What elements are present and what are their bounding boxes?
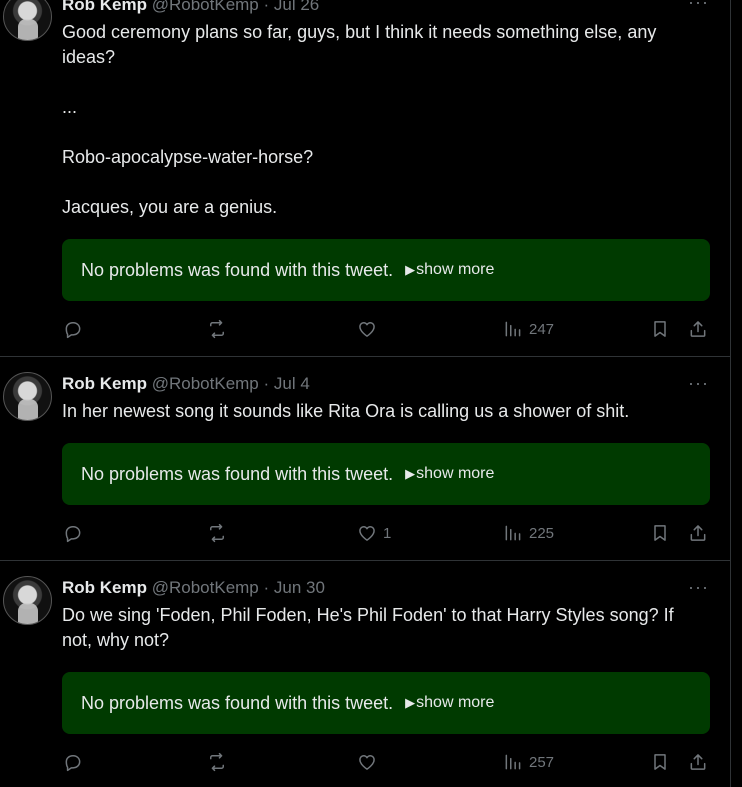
views-chart-icon	[505, 321, 521, 337]
retweet-button[interactable]	[207, 521, 227, 545]
scroll-gutter[interactable]	[730, 0, 742, 787]
share-icon	[690, 754, 706, 770]
tweet-paragraph: Robo-apocalypse-water-horse?	[62, 147, 314, 167]
fact-check-text: No problems was found with this tweet.	[81, 692, 394, 713]
tweet-text: Good ceremony plans so far, guys, but I …	[62, 20, 712, 220]
view-count: 247	[529, 320, 555, 338]
fact-check-box: No problems was found with this tweet. ▶…	[62, 239, 710, 301]
fact-check-box: No problems was found with this tweet. ▶…	[62, 672, 710, 734]
reply-icon	[65, 526, 81, 543]
fact-check-text: No problems was found with this tweet.	[81, 463, 394, 484]
tweet[interactable]: Rob Kemp @RobotKemp · Jun 30 ··· Do we s…	[0, 561, 730, 787]
action-bar: 1 225	[62, 521, 722, 545]
retweet-icon	[210, 523, 224, 543]
tweet-text: Do we sing 'Foden, Phil Foden, He's Phil…	[62, 603, 697, 653]
more-dots-icon[interactable]: ···	[688, 374, 708, 397]
action-bar: 257	[62, 750, 722, 774]
tweet-header: Rob Kemp @RobotKemp · Jun 30	[62, 577, 325, 599]
bookmark-button[interactable]	[650, 521, 670, 545]
share-icon	[690, 321, 706, 337]
show-more-button[interactable]: ▶show more	[405, 694, 494, 712]
retweet-button[interactable]	[207, 317, 227, 341]
tweet-header: Rob Kemp @RobotKemp · Jul 26	[62, 0, 319, 16]
tweet[interactable]: Rob Kemp @RobotKemp · Jul 4 ··· In her n…	[0, 357, 730, 561]
like-button[interactable]: 1	[357, 521, 391, 545]
heart-icon	[359, 526, 375, 541]
tweet-paragraph: Do we sing 'Foden, Phil Foden, He's Phil…	[62, 605, 674, 650]
avatar[interactable]	[3, 372, 52, 421]
reply-button[interactable]	[63, 317, 83, 341]
author-name[interactable]: Rob Kemp	[62, 578, 147, 597]
tweet-header: Rob Kemp @RobotKemp · Jul 4	[62, 373, 310, 395]
bookmark-icon	[654, 525, 666, 541]
triangle-right-icon: ▶	[405, 466, 416, 481]
show-more-label: show more	[416, 694, 495, 711]
avatar[interactable]	[3, 0, 52, 41]
view-count: 225	[529, 524, 555, 542]
bookmark-button[interactable]	[650, 317, 670, 341]
tweet-paragraph: Good ceremony plans so far, guys, but I …	[62, 22, 657, 67]
action-bar: 247	[62, 317, 722, 341]
like-button[interactable]	[357, 750, 383, 774]
handle-date[interactable]: @RobotKemp · Jul 26	[152, 0, 320, 14]
fact-check-box: No problems was found with this tweet. ▶…	[62, 443, 710, 505]
tweet[interactable]: Rob Kemp @RobotKemp · Jul 26 ··· Good ce…	[0, 0, 730, 357]
share-button[interactable]	[688, 750, 708, 774]
more-dots-icon[interactable]: ···	[688, 578, 708, 601]
view-count: 257	[529, 753, 555, 771]
like-count: 1	[383, 524, 392, 542]
retweet-icon	[210, 752, 224, 772]
handle-date[interactable]: @RobotKemp · Jun 30	[152, 578, 325, 597]
tweet-paragraph: In her newest song it sounds like Rita O…	[62, 401, 630, 421]
heart-icon	[359, 755, 375, 770]
show-more-label: show more	[416, 261, 495, 278]
tweet-paragraph: Jacques, you are a genius.	[62, 197, 278, 217]
author-name[interactable]: Rob Kemp	[62, 374, 147, 393]
triangle-right-icon: ▶	[405, 262, 416, 277]
author-name[interactable]: Rob Kemp	[62, 0, 147, 14]
fact-check-text: No problems was found with this tweet.	[81, 259, 394, 280]
share-button[interactable]	[688, 317, 708, 341]
retweet-button[interactable]	[207, 750, 227, 774]
show-more-button[interactable]: ▶show more	[405, 261, 494, 279]
tweet-paragraph: ...	[62, 97, 78, 117]
reply-icon	[65, 322, 81, 339]
show-more-button[interactable]: ▶show more	[405, 465, 494, 483]
share-button[interactable]	[688, 521, 708, 545]
views-button[interactable]: 257	[503, 750, 554, 774]
bookmark-icon	[654, 321, 666, 337]
share-icon	[690, 525, 706, 541]
reply-button[interactable]	[63, 750, 83, 774]
like-button[interactable]	[357, 317, 383, 341]
show-more-label: show more	[416, 465, 495, 482]
reply-icon	[65, 755, 81, 772]
reply-button[interactable]	[63, 521, 83, 545]
bookmark-button[interactable]	[650, 750, 670, 774]
views-chart-icon	[505, 525, 521, 541]
avatar[interactable]	[3, 576, 52, 625]
heart-icon	[359, 322, 375, 337]
views-button[interactable]: 247	[503, 317, 554, 341]
tweet-text: In her newest song it sounds like Rita O…	[62, 399, 712, 424]
views-chart-icon	[505, 754, 521, 770]
views-button[interactable]: 225	[503, 521, 554, 545]
more-dots-icon[interactable]: ···	[688, 0, 708, 16]
bookmark-icon	[654, 754, 666, 770]
retweet-icon	[210, 319, 224, 339]
triangle-right-icon: ▶	[405, 695, 416, 710]
handle-date[interactable]: @RobotKemp · Jul 4	[152, 374, 310, 393]
